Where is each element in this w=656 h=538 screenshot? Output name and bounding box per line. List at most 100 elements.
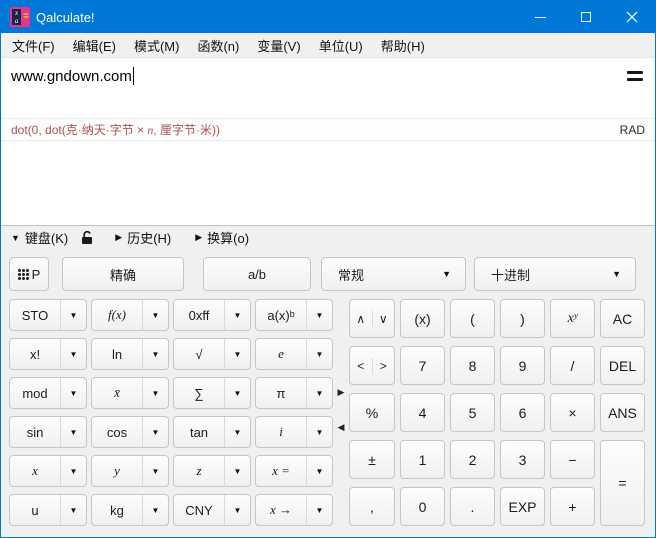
digit-6-button[interactable]: 6	[500, 393, 545, 432]
unit-kg-dropdown-arrow[interactable]: ▼	[142, 495, 168, 525]
var-z-dropdown-arrow[interactable]: ▼	[224, 456, 250, 486]
open-paren-button[interactable]: (	[450, 299, 495, 338]
sum-dropdown-arrow[interactable]: ▼	[224, 378, 250, 408]
unit-kg-button[interactable]: kg▼	[91, 494, 169, 526]
menu-help[interactable]: 帮助(H)	[372, 32, 434, 59]
cursor-up-down-button[interactable]: ∧∨	[349, 299, 395, 338]
cursor-left-right-second[interactable]: >	[373, 359, 395, 373]
decimal-point-button[interactable]: .	[450, 487, 495, 526]
factorial-button[interactable]: x!▼	[9, 338, 87, 370]
cursor-up-down-first[interactable]: ∧	[350, 312, 372, 326]
multiply-button[interactable]: ×	[550, 393, 595, 432]
store-button[interactable]: STO▼	[9, 299, 87, 331]
e-constant-button[interactable]: e▼	[255, 338, 333, 370]
var-y-dropdown-arrow[interactable]: ▼	[142, 456, 168, 486]
menu-file[interactable]: 文件(F)	[3, 32, 64, 59]
close-paren-button[interactable]: )	[500, 299, 545, 338]
digit-0-button[interactable]: 0	[400, 487, 445, 526]
comma-button[interactable]: ,	[349, 487, 395, 526]
menu-edit[interactable]: 编辑(E)	[64, 32, 125, 59]
digit-5-button[interactable]: 5	[450, 393, 495, 432]
divide-button[interactable]: /	[550, 346, 595, 385]
convert-to-button[interactable]: x →▼	[255, 494, 333, 526]
power-template-dropdown-arrow[interactable]: ▼	[306, 300, 332, 330]
digit-7-button[interactable]: 7	[400, 346, 445, 385]
function-dropdown-arrow[interactable]: ▼	[142, 300, 168, 330]
delete-button[interactable]: DEL	[600, 346, 645, 385]
mean-dropdown-arrow[interactable]: ▼	[142, 378, 168, 408]
close-button[interactable]	[609, 1, 655, 33]
menu-mode[interactable]: 模式(M)	[125, 32, 189, 59]
tan-dropdown-arrow[interactable]: ▼	[224, 417, 250, 447]
minimize-button[interactable]	[517, 1, 563, 33]
menu-units[interactable]: 单位(U)	[310, 32, 372, 59]
cursor-left-right-button[interactable]: <>	[349, 346, 395, 385]
cos-button[interactable]: cos▼	[91, 416, 169, 448]
keyboard-panel-toggle[interactable]: ▼ 键盘(K)	[11, 228, 68, 247]
menu-variables[interactable]: 变量(V)	[248, 32, 309, 59]
input-menu-icon[interactable]	[627, 67, 643, 81]
clear-all-button[interactable]: AC	[600, 299, 645, 338]
equals-button[interactable]: =	[600, 440, 645, 526]
convert-to-dropdown-arrow[interactable]: ▼	[306, 495, 332, 525]
hex-literal-button[interactable]: 0xff▼	[173, 299, 251, 331]
pi-button[interactable]: π▼	[255, 377, 333, 409]
sin-dropdown-arrow[interactable]: ▼	[60, 417, 86, 447]
digit-9-button[interactable]: 9	[500, 346, 545, 385]
answer-button[interactable]: ANS	[600, 393, 645, 432]
fraction-mode-button[interactable]: a/b	[203, 257, 311, 291]
digit-3-button[interactable]: 3	[500, 440, 545, 479]
sqrt-dropdown-arrow[interactable]: ▼	[224, 339, 250, 369]
function-button[interactable]: f(x)▼	[91, 299, 169, 331]
cursor-up-down-second[interactable]: ∨	[373, 312, 395, 326]
keep-above-lock-icon[interactable]	[80, 230, 93, 245]
pad-next-arrow[interactable]: ▶	[338, 387, 345, 397]
digit-2-button[interactable]: 2	[450, 440, 495, 479]
ln-dropdown-arrow[interactable]: ▼	[142, 339, 168, 369]
sin-button[interactable]: sin▼	[9, 416, 87, 448]
menu-functions[interactable]: 函数(n)	[188, 32, 248, 59]
power-template-button[interactable]: a(x)ᵇ▼	[255, 299, 333, 331]
store-dropdown-arrow[interactable]: ▼	[60, 300, 86, 330]
expression-input[interactable]: www.gndown.com	[11, 67, 134, 85]
mod-dropdown-arrow[interactable]: ▼	[60, 378, 86, 408]
history-panel-toggle[interactable]: ▶ 历史(H)	[115, 228, 171, 247]
number-base-dropdown[interactable]: 十进制 ▼	[474, 257, 636, 291]
sqrt-button[interactable]: √▼	[173, 338, 251, 370]
power-button[interactable]: xʸ	[550, 299, 595, 338]
angle-mode-indicator[interactable]: RAD	[620, 123, 645, 137]
var-x-dropdown-arrow[interactable]: ▼	[60, 456, 86, 486]
smart-parentheses-button[interactable]: (x)	[400, 299, 445, 338]
plus-minus-button[interactable]: ±	[349, 440, 395, 479]
subtract-button[interactable]: −	[550, 440, 595, 479]
digit-4-button[interactable]: 4	[400, 393, 445, 432]
digit-1-button[interactable]: 1	[400, 440, 445, 479]
unit-u-dropdown-arrow[interactable]: ▼	[60, 495, 86, 525]
ln-button[interactable]: ln▼	[91, 338, 169, 370]
sum-button[interactable]: ∑▼	[173, 377, 251, 409]
factorial-dropdown-arrow[interactable]: ▼	[60, 339, 86, 369]
imaginary-dropdown-arrow[interactable]: ▼	[306, 417, 332, 447]
pad-prev-arrow[interactable]: ◀	[338, 422, 345, 432]
var-x-button[interactable]: x▼	[9, 455, 87, 487]
percent-button[interactable]: %	[349, 393, 395, 432]
display-mode-dropdown[interactable]: 常规 ▼	[321, 257, 466, 291]
digit-8-button[interactable]: 8	[450, 346, 495, 385]
add-button[interactable]: +	[550, 487, 595, 526]
equation-dropdown-arrow[interactable]: ▼	[306, 456, 332, 486]
exponent-button[interactable]: EXP	[500, 487, 545, 526]
convert-panel-toggle[interactable]: ▶ 换算(o)	[195, 228, 249, 247]
currency-cny-button[interactable]: CNY▼	[173, 494, 251, 526]
var-y-button[interactable]: y▼	[91, 455, 169, 487]
equation-button[interactable]: x =▼	[255, 455, 333, 487]
maximize-button[interactable]	[563, 1, 609, 33]
pi-dropdown-arrow[interactable]: ▼	[306, 378, 332, 408]
mean-button[interactable]: x̄▼	[91, 377, 169, 409]
exact-mode-button[interactable]: 精确	[62, 257, 184, 291]
expression-area[interactable]: www.gndown.com	[1, 58, 655, 118]
unit-u-button[interactable]: u▼	[9, 494, 87, 526]
keypad-mode-button[interactable]: P	[9, 257, 49, 291]
hex-literal-dropdown-arrow[interactable]: ▼	[224, 300, 250, 330]
mod-button[interactable]: mod▼	[9, 377, 87, 409]
imaginary-button[interactable]: i▼	[255, 416, 333, 448]
